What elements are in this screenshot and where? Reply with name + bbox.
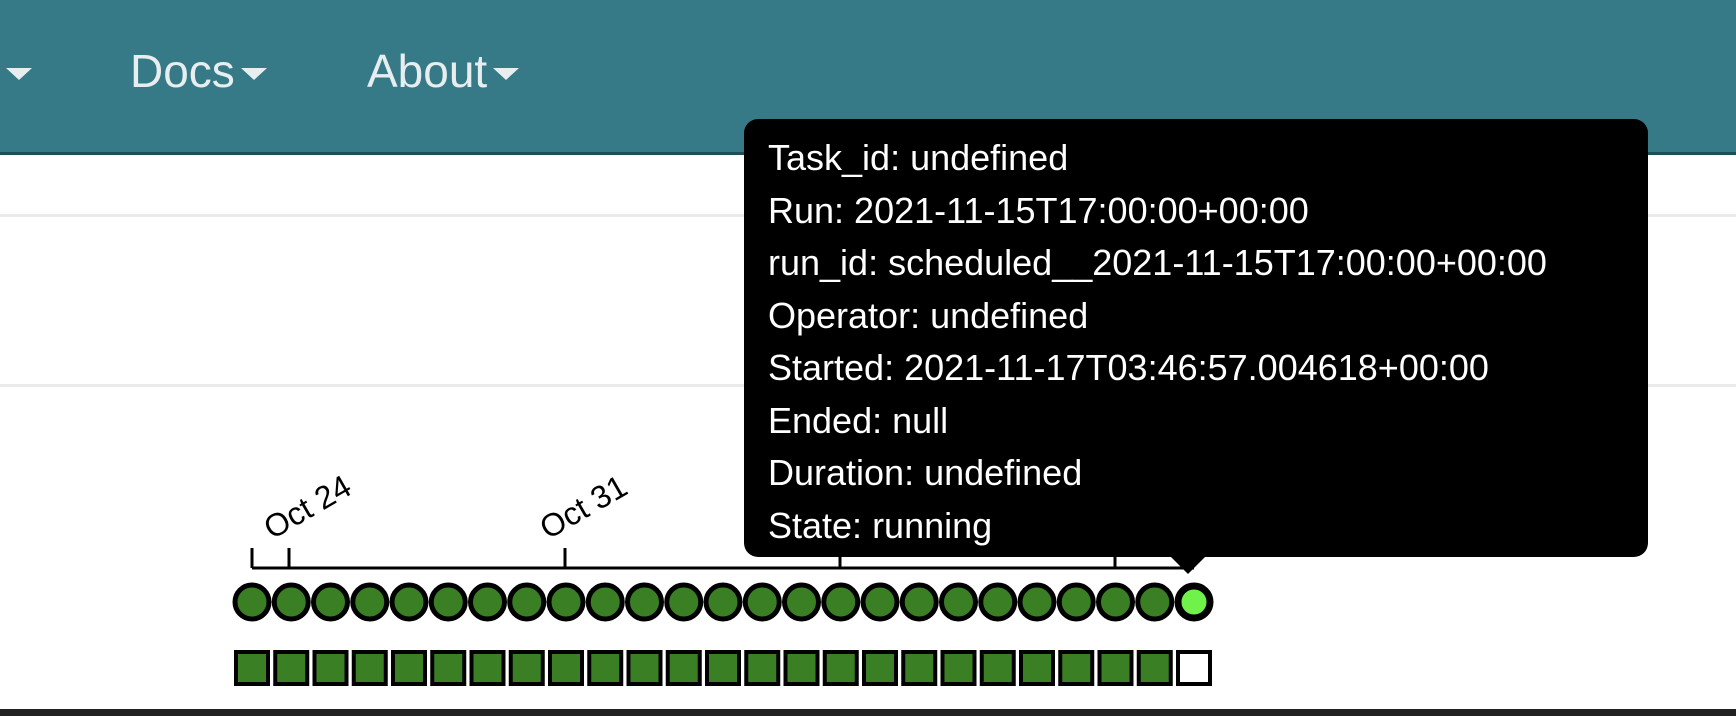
dag-run-circle[interactable] [389,582,429,622]
bottom-border [0,709,1736,716]
task-instance-square[interactable] [469,650,506,686]
dag-run-circle[interactable] [821,582,861,622]
dag-run-circle[interactable] [468,582,507,622]
tooltip-ended: Ended: null [768,399,949,441]
dag-run-circle[interactable] [507,582,547,622]
task-instance-square[interactable] [744,650,781,686]
task-instance-square[interactable] [273,650,310,686]
dag-run-circle[interactable] [860,582,900,622]
dag-run-circle[interactable] [1096,582,1135,622]
task-instance-square[interactable] [1136,650,1173,686]
task-instance-square[interactable] [508,650,545,686]
task-instance-square[interactable] [901,650,938,686]
dag-run-circle[interactable] [271,582,311,622]
task-instance-square[interactable] [1019,650,1055,686]
tooltip: Task_id: undefined Run: 2021-11-15T17:00… [744,119,1648,557]
dag-run-circle[interactable] [1017,582,1057,622]
dag-run-circle[interactable] [1135,582,1175,622]
dag-run-circle[interactable] [428,582,468,622]
task-instance-square[interactable] [391,650,427,686]
task-instance-square[interactable] [979,650,1016,686]
dag-run-circle[interactable] [1056,582,1096,622]
tooltip-arrow [1170,556,1206,574]
task-instance-square[interactable] [1058,650,1095,686]
task-instance-square[interactable] [587,650,624,686]
task-instance-square[interactable] [312,650,349,686]
dag-run-circle[interactable] [350,582,390,622]
task-instance-square[interactable] [430,650,467,686]
tooltip-duration: Duration: undefined [768,452,1083,493]
task-instance-square[interactable] [1097,650,1134,686]
dag-run-circle[interactable] [585,582,625,622]
task-instance-square[interactable] [1176,650,1212,686]
dag-run-circle[interactable] [742,582,782,622]
dag-run-circle[interactable] [232,582,272,622]
task-instance-square[interactable] [351,650,388,686]
dag-run-circle[interactable] [899,582,939,622]
tooltip-run-id: run_id: scheduled__2021-11-15T17:00:00+0… [768,242,1547,283]
tick-label-oct-31: Oct 31 [534,468,634,546]
task-instance-square[interactable] [234,650,270,686]
tick-label-oct-24: Oct 24 [258,468,358,546]
task-instance-square[interactable] [940,650,977,686]
task-instance-square[interactable] [665,650,702,686]
task-instance-square[interactable] [783,650,820,686]
tooltip-started: Started: 2021-11-17T03:46:57.004618+00:0… [768,347,1489,388]
dag-run-circle[interactable] [625,582,664,622]
dag-run-circle[interactable] [546,582,586,622]
task-instance-square[interactable] [548,650,584,686]
dag-run-circle[interactable] [311,582,350,622]
tooltip-task-id: Task_id: undefined [768,137,1069,178]
dag-run-circle[interactable] [703,582,743,622]
task-instance-square[interactable] [822,650,859,686]
task-instance-square[interactable] [626,650,663,686]
task-instances-row [234,650,1212,686]
dag-runs-row [232,582,1214,622]
tooltip-operator: Operator: undefined [768,294,1089,336]
dag-run-circle[interactable] [978,582,1018,622]
dag-run-circle[interactable] [1174,582,1214,622]
task-instance-square[interactable] [862,650,898,686]
tooltip-state: State: running [768,504,993,546]
dag-run-circle[interactable] [782,582,821,622]
tooltip-run: Run: 2021-11-15T17:00:00+00:00 [768,189,1309,231]
task-instance-square[interactable] [705,650,741,686]
dag-run-circle[interactable] [939,582,978,622]
dag-run-circle[interactable] [664,582,704,622]
